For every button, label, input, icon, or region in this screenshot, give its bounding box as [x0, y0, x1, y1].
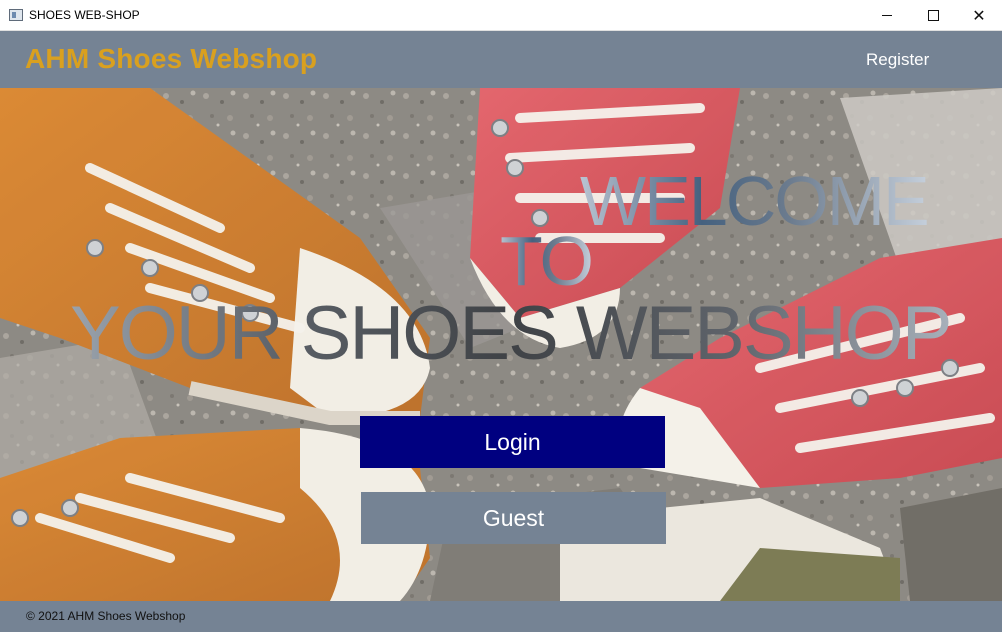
- login-button[interactable]: Login: [360, 416, 665, 468]
- top-header: AHM Shoes Webshop Register: [0, 31, 1002, 88]
- app-window-icon: [9, 9, 23, 21]
- window-title: SHOES WEB-SHOP: [29, 8, 140, 22]
- footer-bar: © 2021 AHM Shoes Webshop: [0, 601, 1002, 632]
- maximize-button[interactable]: [910, 0, 956, 31]
- register-link[interactable]: Register: [866, 50, 929, 70]
- copyright-text: © 2021 AHM Shoes Webshop: [26, 609, 186, 623]
- window-titlebar: SHOES WEB-SHOP ✕: [0, 0, 1002, 31]
- welcome-heading-line2: TO: [500, 222, 594, 300]
- maximize-icon: [927, 10, 939, 21]
- welcome-heading-line3: YOUR SHOES WEBSHOP: [70, 291, 952, 376]
- close-button[interactable]: ✕: [956, 0, 1002, 31]
- welcome-heading-line1: WELCOME: [580, 162, 930, 240]
- brand-title: AHM Shoes Webshop: [25, 43, 318, 74]
- minimize-button[interactable]: [864, 0, 910, 31]
- close-icon: ✕: [972, 6, 986, 25]
- minimize-icon: [882, 15, 892, 16]
- hero-section: WELCOME TO YOUR SHOES WEBSHOP Login Gues…: [0, 88, 1002, 601]
- guest-button[interactable]: Guest: [361, 492, 666, 544]
